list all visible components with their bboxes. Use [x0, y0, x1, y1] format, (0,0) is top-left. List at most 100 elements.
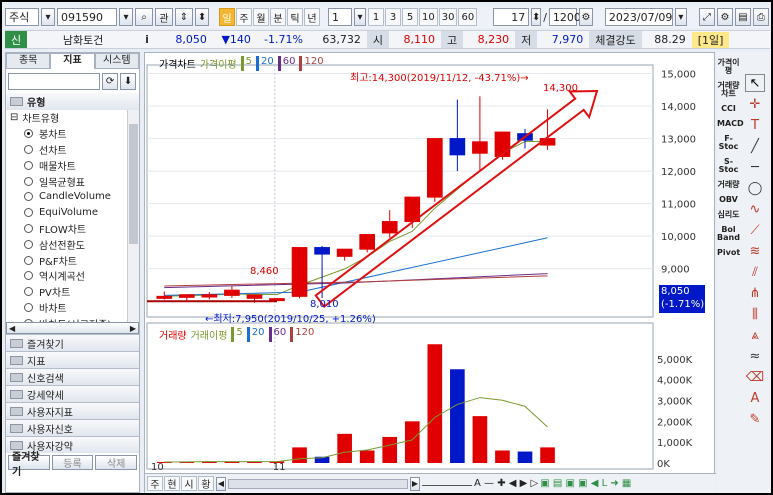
- bottom-tab-0[interactable]: 주: [147, 476, 163, 491]
- refresh-icon[interactable]: ⟳: [102, 72, 118, 90]
- chart-type-item[interactable]: CandleVolume: [6, 189, 139, 205]
- line-icon[interactable]: ╱: [745, 137, 765, 155]
- interval-btn-2[interactable]: 5: [402, 8, 418, 26]
- fan-icon[interactable]: ⩓: [745, 326, 765, 344]
- chart-type-item[interactable]: 선차트: [6, 142, 139, 158]
- indicator-shortcut-2[interactable]: CCI: [717, 105, 740, 113]
- radio-icon[interactable]: [24, 223, 33, 233]
- tree-scrollbar[interactable]: [127, 110, 139, 322]
- indicator-shortcut-3[interactable]: MACD: [717, 120, 744, 128]
- left-tab-0[interactable]: 종목: [6, 53, 51, 69]
- radio-icon[interactable]: [24, 160, 33, 170]
- interval-btn-3[interactable]: 10: [419, 8, 438, 26]
- scroll-right-icon[interactable]: ▶: [410, 476, 420, 491]
- indicator-shortcut-5[interactable]: S-Stoc: [717, 158, 740, 174]
- settings-small-icon[interactable]: ⚙: [578, 8, 593, 26]
- expand-icon[interactable]: ⤢: [698, 8, 715, 26]
- subgroup-chart-type[interactable]: ⊟ 차트유형: [6, 110, 139, 126]
- market-dropdown-icon[interactable]: ▾: [41, 8, 55, 26]
- code-dropdown-icon[interactable]: ▾: [119, 8, 133, 26]
- bottom-tab-3[interactable]: 황: [198, 476, 214, 491]
- interval-btn-1[interactable]: 3: [385, 8, 401, 26]
- folder-item[interactable]: 강세약세: [6, 385, 139, 402]
- info-icon[interactable]: i: [139, 33, 155, 46]
- chart-svg[interactable]: 15,000 14,000 13,000 12,000 11,000 10,000 9,00…: [145, 53, 716, 473]
- code-input[interactable]: 091590: [57, 8, 117, 26]
- text-icon[interactable]: T: [745, 116, 765, 134]
- delete-icon[interactable]: ⌫: [745, 368, 765, 386]
- indicator-shortcut-7[interactable]: OBV: [717, 196, 740, 204]
- period-tab-0[interactable]: 일: [219, 8, 235, 26]
- count2-input[interactable]: 1200: [548, 8, 581, 26]
- tool-icons[interactable]: ▣ ▤ ▣ ▣ ◀ L ➜ ▦: [540, 478, 631, 489]
- spin-icon[interactable]: ⬍: [195, 8, 209, 26]
- chart-type-item[interactable]: EquiVolume: [6, 205, 139, 221]
- scroll-left-icon[interactable]: ◀: [216, 476, 226, 491]
- interval-btn-5[interactable]: 60: [458, 8, 478, 26]
- indicator-shortcut-0[interactable]: 가격이평: [717, 59, 740, 75]
- save-icon[interactable]: ▤: [734, 8, 751, 26]
- chart-scrollbar[interactable]: [228, 478, 408, 489]
- radio-icon[interactable]: [24, 287, 33, 297]
- folder-item[interactable]: 지표: [6, 351, 139, 368]
- radio-icon[interactable]: [24, 129, 33, 139]
- radio-icon[interactable]: [24, 239, 33, 249]
- indicator-shortcut-10[interactable]: Pivot: [717, 249, 740, 257]
- period-tab-5[interactable]: 년: [304, 8, 320, 26]
- indicator-shortcut-4[interactable]: F-Stoc: [717, 135, 740, 151]
- bottom-tab-1[interactable]: 현: [164, 476, 180, 491]
- zoom-slider[interactable]: [422, 482, 472, 486]
- download-icon[interactable]: ⬇: [120, 72, 136, 90]
- eraser-icon[interactable]: ✎: [745, 410, 765, 428]
- channel-icon[interactable]: ⫽: [745, 263, 765, 281]
- chart-type-item[interactable]: 삼선전환도: [6, 236, 139, 252]
- folder-item[interactable]: 사용자지표: [6, 402, 139, 419]
- left-bottom-tab-1[interactable]: 등록: [51, 455, 94, 470]
- hline-icon[interactable]: ─: [745, 158, 765, 176]
- left-tab-2[interactable]: 시스템: [94, 53, 139, 69]
- wave-icon[interactable]: ≈: [745, 347, 765, 365]
- cursor-icon[interactable]: ↖: [745, 74, 765, 92]
- left-bottom-tab-0[interactable]: 즐겨찾기: [8, 452, 50, 478]
- fibo-icon[interactable]: ≋: [745, 242, 765, 260]
- chart-type-item[interactable]: 역시계곡선: [6, 268, 139, 284]
- radio-icon[interactable]: [24, 192, 33, 202]
- radio-icon[interactable]: [24, 318, 33, 322]
- indicator-shortcut-6[interactable]: 거래량: [717, 181, 740, 189]
- chart-type-item[interactable]: FLOW차트: [6, 221, 139, 237]
- indicator-shortcut-1[interactable]: 거래량차트: [717, 82, 740, 98]
- config-icon[interactable]: ⚙: [716, 8, 733, 26]
- arc-icon[interactable]: ∿: [745, 200, 765, 218]
- folder-item[interactable]: 즐겨찾기: [6, 334, 139, 351]
- period-tab-2[interactable]: 월: [253, 8, 269, 26]
- radio-icon[interactable]: [24, 176, 33, 186]
- chart-type-item[interactable]: 봉차트: [6, 126, 139, 142]
- radio-icon[interactable]: [24, 271, 33, 281]
- interval-btn-0[interactable]: 1: [368, 8, 384, 26]
- search-icon[interactable]: ⌕: [135, 8, 153, 26]
- chart-type-item[interactable]: 일목균형표: [6, 173, 139, 189]
- interval-select[interactable]: 1: [328, 8, 352, 26]
- auto-icon[interactable]: A: [745, 389, 765, 407]
- h-scrollbar[interactable]: ◀ ▶: [6, 322, 139, 334]
- gann-icon[interactable]: ⋔: [745, 284, 765, 302]
- count-spin-icon[interactable]: ⬍: [531, 8, 542, 26]
- interval-dropdown-icon[interactable]: ▾: [354, 8, 366, 26]
- period-tab-1[interactable]: 주: [236, 8, 252, 26]
- andrews-icon[interactable]: ⫼: [745, 305, 765, 323]
- chart-type-item[interactable]: P&F차트: [6, 252, 139, 268]
- radio-icon[interactable]: [24, 144, 33, 154]
- count-input[interactable]: 17: [493, 8, 530, 26]
- circle-icon[interactable]: ◯: [745, 179, 765, 197]
- print-icon[interactable]: ⎙: [752, 8, 769, 26]
- radio-icon[interactable]: [24, 302, 33, 312]
- period-tab-4[interactable]: 틱: [287, 8, 303, 26]
- left-tab-1[interactable]: 지표: [50, 53, 95, 69]
- radio-icon[interactable]: [24, 255, 33, 265]
- radio-icon[interactable]: [24, 208, 33, 218]
- market-select[interactable]: 주식: [5, 8, 39, 26]
- indicator-shortcut-8[interactable]: 심리도: [717, 211, 740, 219]
- chart-type-item[interactable]: 바차트(시고저종): [6, 315, 139, 322]
- period-tab-3[interactable]: 분: [270, 8, 286, 26]
- crosshair-icon[interactable]: ✛: [745, 95, 765, 113]
